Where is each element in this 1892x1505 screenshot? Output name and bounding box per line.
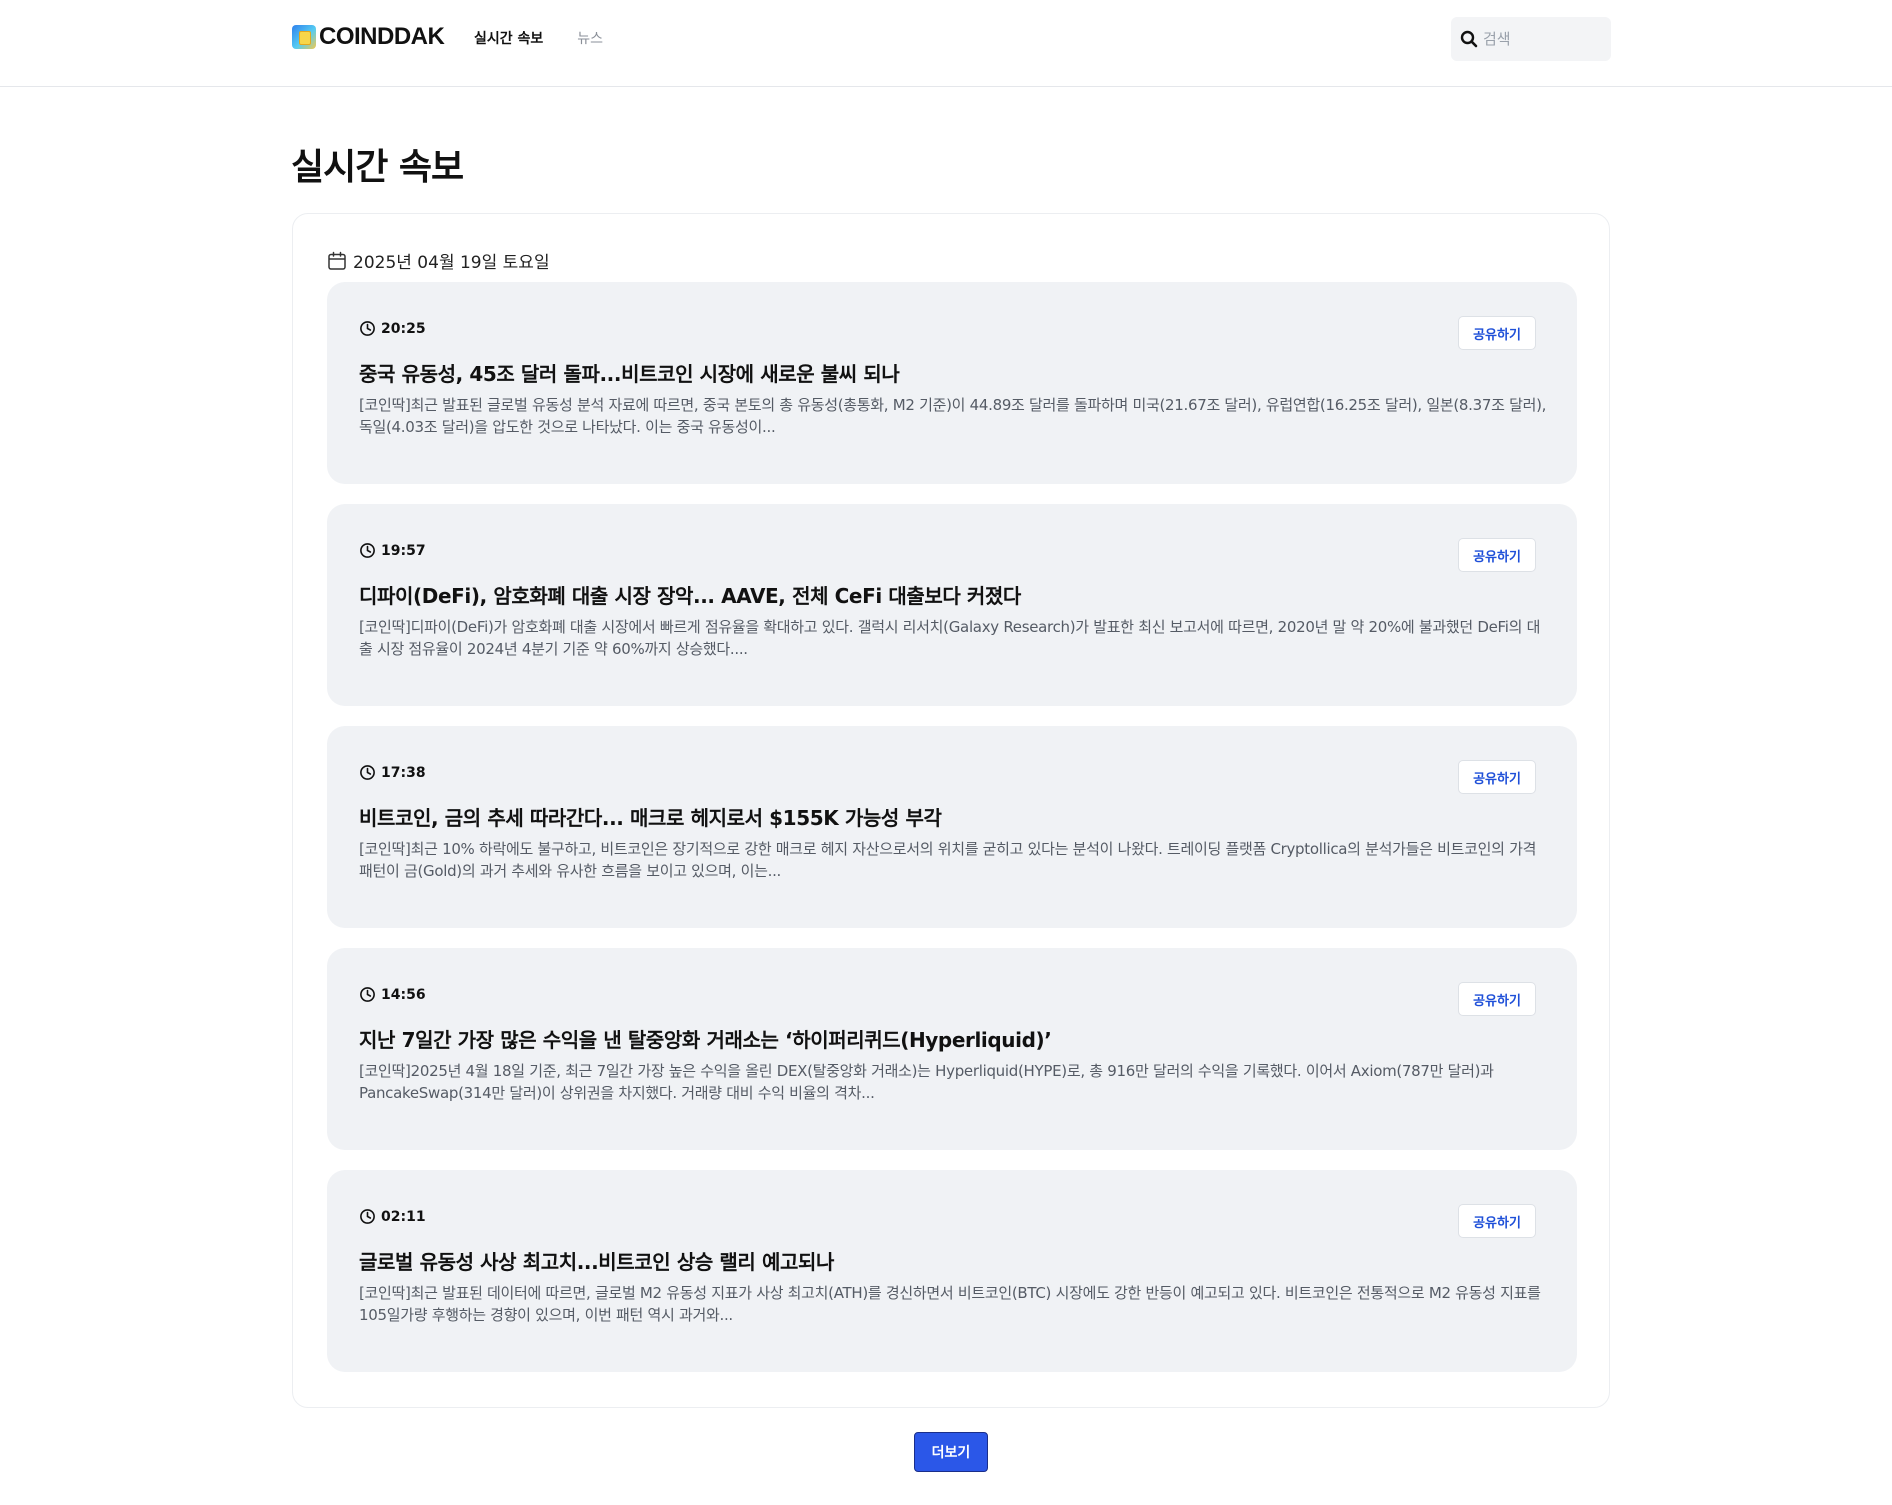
calendar-icon: [328, 251, 346, 270]
news-time: 14:56: [381, 986, 426, 1003]
news-summary: [코인딱]최근 발표된 데이터에 따르면, 글로벌 M2 유동성 지표가 사상 …: [359, 1284, 1541, 1324]
nav-item-realtime-news[interactable]: 실시간 속보: [474, 28, 543, 50]
news-time: 19:57: [381, 542, 426, 559]
load-more-button[interactable]: 더보기: [914, 1432, 988, 1472]
main-nav: 실시간 속보 뉴스: [474, 28, 637, 50]
news-summary: [코인딱]디파이(DeFi)가 암호화폐 대출 시장에서 빠르게 점유율을 확대…: [359, 618, 1541, 658]
top-header: COINDDAK 실시간 속보 뉴스: [0, 0, 1892, 87]
share-button[interactable]: 공유하기: [1458, 316, 1536, 350]
time-row: 14:56: [359, 986, 426, 1003]
news-time: 02:11: [381, 1208, 426, 1225]
search-box[interactable]: [1451, 17, 1611, 61]
share-button[interactable]: 공유하기: [1458, 760, 1536, 794]
share-button[interactable]: 공유하기: [1458, 538, 1536, 572]
time-row: 20:25: [359, 320, 426, 337]
clock-icon: [360, 543, 375, 558]
clock-icon: [360, 765, 375, 780]
news-title[interactable]: 지난 7일간 가장 많은 수익을 낸 탈중앙화 거래소는 ‘하이퍼리퀴드(Hyp…: [359, 1024, 1052, 1053]
news-time: 20:25: [381, 320, 426, 337]
news-card[interactable]: 14:56 공유하기 지난 7일간 가장 많은 수익을 낸 탈중앙화 거래소는 …: [327, 948, 1577, 1150]
time-row: 17:38: [359, 764, 426, 781]
share-button[interactable]: 공유하기: [1458, 1204, 1536, 1238]
news-summary: [코인딱]최근 발표된 글로벌 유동성 분석 자료에 따르면, 중국 본토의 총…: [359, 396, 1547, 436]
news-summary: [코인딱]최근 10% 하락에도 불구하고, 비트코인은 장기적으로 강한 매크…: [359, 840, 1537, 880]
nav-item-news[interactable]: 뉴스: [577, 28, 603, 50]
logo-icon: [292, 25, 316, 49]
date-header: 2025년 04월 19일 토요일: [327, 248, 550, 273]
news-title[interactable]: 글로벌 유동성 사상 최고치...비트코인 상승 랠리 예고되나: [359, 1246, 834, 1275]
news-title[interactable]: 중국 유동성, 45조 달러 돌파...비트코인 시장에 새로운 불씨 되나: [359, 358, 900, 387]
news-summary: [코인딱]2025년 4월 18일 기준, 최근 7일간 가장 높은 수익을 올…: [359, 1062, 1494, 1102]
search-input[interactable]: [1483, 30, 1603, 48]
news-card[interactable]: 20:25 공유하기 중국 유동성, 45조 달러 돌파...비트코인 시장에 …: [327, 282, 1577, 484]
logo[interactable]: COINDDAK: [292, 22, 445, 52]
news-time: 17:38: [381, 764, 426, 781]
clock-icon: [360, 1209, 375, 1224]
share-button[interactable]: 공유하기: [1458, 982, 1536, 1016]
date-label: 2025년 04월 19일 토요일: [353, 253, 550, 273]
news-panel: 2025년 04월 19일 토요일 20:25 공유하기 중국 유동성, 45조…: [292, 213, 1610, 1408]
time-row: 02:11: [359, 1208, 426, 1225]
page-title: 실시간 속보: [291, 147, 464, 188]
news-card[interactable]: 02:11 공유하기 글로벌 유동성 사상 최고치...비트코인 상승 랠리 예…: [327, 1170, 1577, 1372]
clock-icon: [360, 987, 375, 1002]
news-title[interactable]: 디파이(DeFi), 암호화폐 대출 시장 장악... AAVE, 전체 CeF…: [359, 580, 1021, 609]
clock-icon: [360, 321, 375, 336]
news-card[interactable]: 19:57 공유하기 디파이(DeFi), 암호화폐 대출 시장 장악... A…: [327, 504, 1577, 706]
news-card[interactable]: 17:38 공유하기 비트코인, 금의 추세 따라간다... 매크로 헤지로서 …: [327, 726, 1577, 928]
search-icon: [1460, 30, 1478, 48]
news-title[interactable]: 비트코인, 금의 추세 따라간다... 매크로 헤지로서 $155K 가능성 부…: [359, 802, 942, 831]
time-row: 19:57: [359, 542, 426, 559]
logo-text: COINDDAK: [319, 23, 445, 50]
